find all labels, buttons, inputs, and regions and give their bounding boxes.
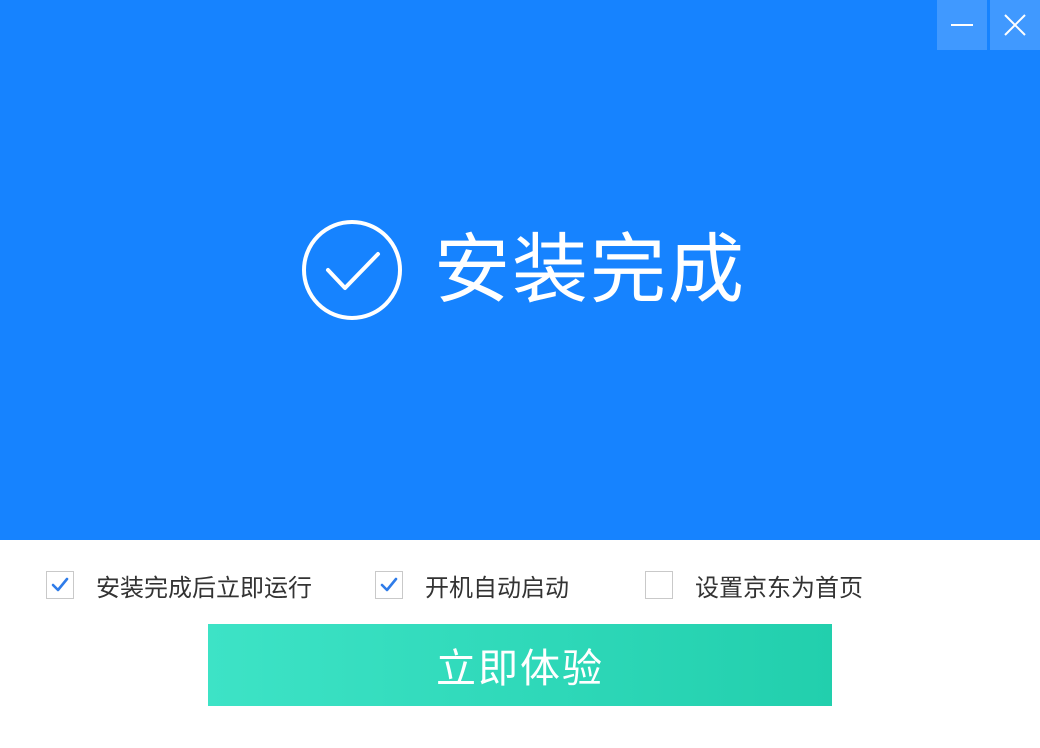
option-set-homepage[interactable]: 设置京东为首页 [645,568,863,602]
option-label: 安装完成后立即运行 [96,573,312,602]
hero-banner: 安装完成 [0,0,1040,540]
status-title: 安装完成 [434,225,746,314]
minimize-button[interactable] [937,0,987,50]
checkbox-set-homepage[interactable] [645,571,673,599]
option-label: 开机自动启动 [425,573,569,602]
check-circle-icon [302,220,402,320]
option-run-after-install[interactable]: 安装完成后立即运行 [46,568,312,602]
option-label: 设置京东为首页 [695,573,863,602]
close-button[interactable] [990,0,1040,50]
checkmark-icon [51,577,69,592]
install-status: 安装完成 [300,218,746,322]
checkmark-icon [380,577,398,592]
close-icon [1004,14,1026,36]
minimize-icon [951,24,973,26]
install-options: 安装完成后立即运行 开机自动启动 设置京东为首页 [0,560,1040,610]
installer-window: 安装完成 安装完成后立即运行 开机自动启动 设置京东为首页 立即体验 [0,0,1040,748]
checkbox-autostart[interactable] [375,571,403,599]
option-autostart[interactable]: 开机自动启动 [375,568,569,602]
experience-now-button[interactable]: 立即体验 [208,624,832,706]
checkbox-run-after-install[interactable] [46,571,74,599]
